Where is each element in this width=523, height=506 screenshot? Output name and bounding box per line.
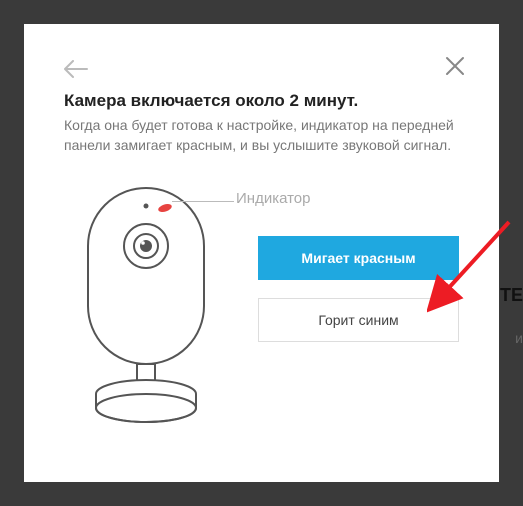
setup-dialog: Камера включается около 2 минут. Когда о… bbox=[24, 24, 499, 482]
dialog-title: Камера включается около 2 минут. bbox=[64, 90, 459, 113]
solid-blue-button[interactable]: Горит синим bbox=[258, 298, 459, 342]
indicator-label: Индикатор bbox=[236, 190, 311, 207]
background-text-fragment: ТЕ bbox=[500, 285, 523, 306]
action-buttons: Мигает красным Горит синим bbox=[258, 236, 459, 342]
back-button[interactable] bbox=[64, 60, 88, 78]
dialog-header: Камера включается около 2 минут. Когда о… bbox=[64, 90, 459, 156]
camera-icon bbox=[64, 186, 244, 436]
indicator-callout-line bbox=[172, 201, 234, 202]
dialog-subtitle: Когда она будет готова к настройке, инди… bbox=[64, 115, 459, 156]
blinking-red-button[interactable]: Мигает красным bbox=[258, 236, 459, 280]
arrow-left-icon bbox=[64, 60, 88, 78]
background-text-fragment: и bbox=[515, 330, 523, 346]
close-icon bbox=[445, 56, 465, 76]
camera-illustration: Индикатор bbox=[64, 186, 244, 436]
close-button[interactable] bbox=[445, 56, 465, 76]
